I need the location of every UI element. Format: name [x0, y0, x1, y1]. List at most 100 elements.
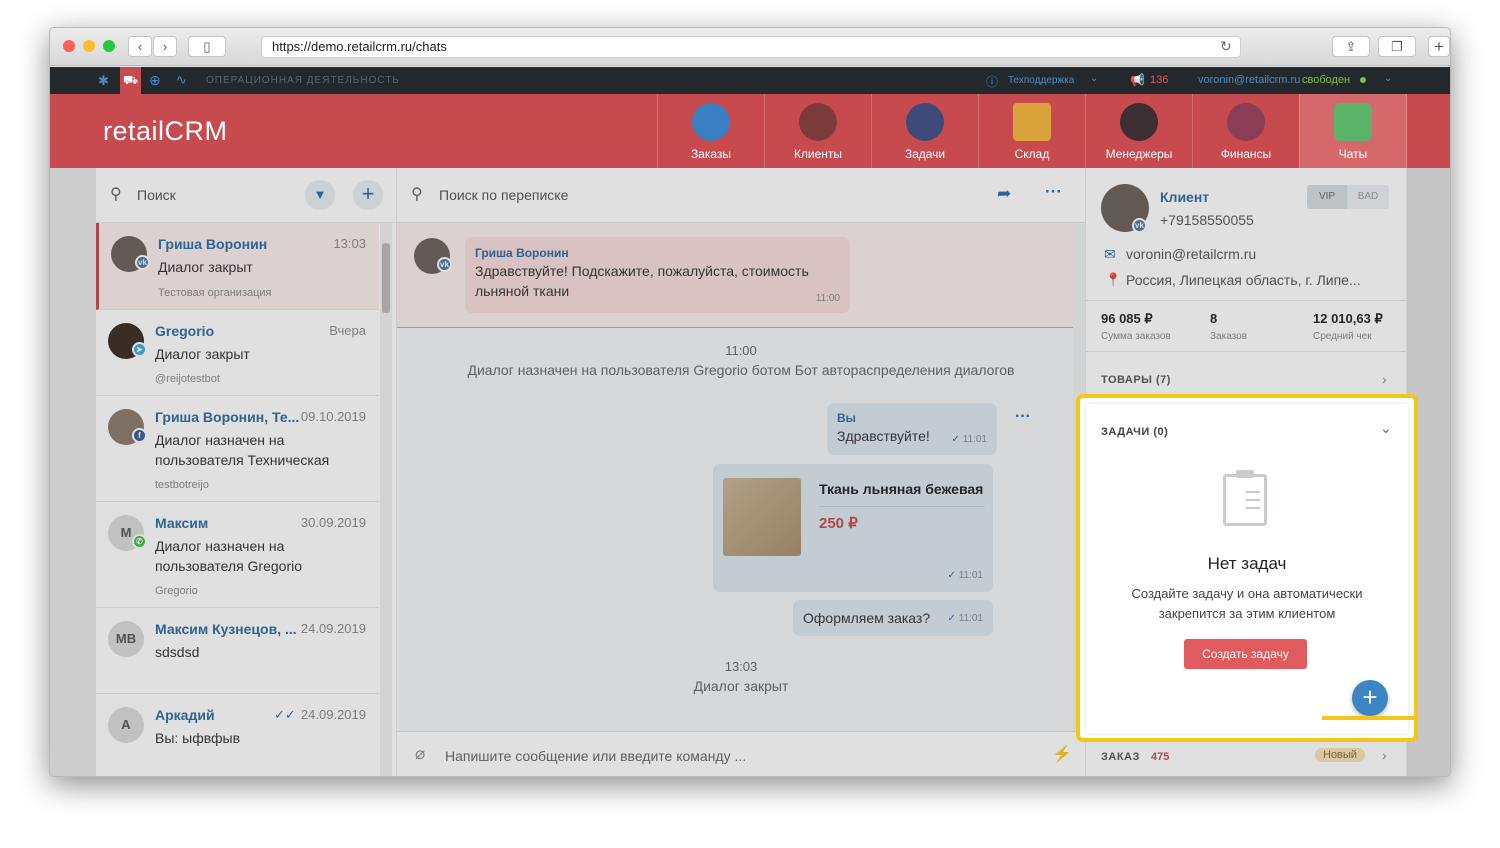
- whatsapp-icon: ✆: [132, 534, 147, 549]
- system-message: Диалог закрыт: [693, 678, 789, 694]
- reload-icon[interactable]: ↻: [1220, 38, 1232, 55]
- check-icon: ✓: [947, 613, 956, 624]
- message-input[interactable]: Напишите сообщение или введите команду .…: [445, 748, 746, 764]
- user-email[interactable]: voronin@retailcrm.ru: [1198, 74, 1300, 86]
- vk-icon: vk: [437, 257, 452, 272]
- forward-button[interactable]: ›: [153, 36, 177, 57]
- forward-icon[interactable]: ➦: [997, 184, 1011, 204]
- logo[interactable]: retailCRM: [103, 116, 228, 147]
- tag-bad[interactable]: BAD: [1347, 185, 1389, 209]
- tasks-card: ЗАДАЧИ (0) ⌄ Нет задач Создайте задачу и…: [1086, 404, 1408, 734]
- sidebar-toggle-icon[interactable]: ▯: [188, 36, 226, 57]
- more-icon[interactable]: ···: [1045, 182, 1062, 202]
- notification-count[interactable]: 136: [1150, 74, 1168, 86]
- conversation-search-input[interactable]: Поиск по переписке: [439, 187, 568, 203]
- chat-item[interactable]: A Аркадий ✓✓ 24.09.2019 Вы: ыфвфыв: [96, 694, 379, 776]
- chat-item[interactable]: M ✆ Максим 30.09.2019 Диалог назначен на…: [96, 502, 379, 608]
- chat-search-input[interactable]: Поиск: [137, 187, 176, 203]
- scrollbar-thumb[interactable]: [382, 243, 390, 313]
- manager-icon: [1120, 103, 1158, 141]
- chevron-down-icon[interactable]: ⌄: [1380, 420, 1392, 437]
- nav-clients[interactable]: Клиенты: [764, 94, 871, 168]
- back-button[interactable]: ‹: [128, 36, 152, 57]
- close-window-button[interactable]: [63, 40, 75, 52]
- share-icon[interactable]: ⇪: [1332, 36, 1370, 57]
- support-link[interactable]: Техподдержка: [1008, 75, 1074, 86]
- tag-vip[interactable]: VIP: [1307, 185, 1347, 209]
- chat-list-panel: ⚲ Поиск ▼ + vk Гриша Воронин 13:03 Диало…: [96, 168, 396, 776]
- attach-icon[interactable]: ⌀: [415, 744, 425, 764]
- incoming-message-row: vk Гриша Воронин Здравствуйте! Подскажит…: [397, 224, 1085, 328]
- address-bar[interactable]: https://demo.retailcrm.ru/chats: [261, 36, 1241, 58]
- highlight-underline: [1322, 716, 1414, 720]
- nav-warehouse[interactable]: Склад: [978, 94, 1085, 168]
- filter-icon[interactable]: ▼: [305, 180, 335, 210]
- create-task-button[interactable]: Создать задачу: [1184, 639, 1307, 669]
- chart-icon[interactable]: ∿: [176, 72, 187, 88]
- tasks-title: ЗАДАЧИ (0): [1101, 426, 1169, 438]
- section-label: ОПЕРАЦИОННАЯ ДЕЯТЕЛЬНОСТЬ: [206, 75, 400, 86]
- client-email[interactable]: voronin@retailcrm.ru: [1126, 246, 1256, 262]
- nav-orders[interactable]: Заказы: [657, 94, 764, 168]
- stat-label: Сумма заказов: [1101, 331, 1171, 342]
- system-time: 11:00: [725, 343, 757, 358]
- chevron-down-icon[interactable]: ⌄: [1090, 73, 1098, 84]
- chat-icon: [1334, 103, 1372, 141]
- help-icon[interactable]: ⓘ: [986, 73, 998, 90]
- order-section[interactable]: ЗАКАЗ 475 Новый ›: [1086, 738, 1406, 776]
- cart-icon[interactable]: ⛟: [120, 67, 141, 94]
- location-icon: 📍: [1105, 272, 1122, 287]
- outgoing-message[interactable]: Вы Здравствуйте! ✓ 11:01: [827, 403, 997, 455]
- add-task-button[interactable]: +: [1352, 680, 1388, 716]
- goods-section[interactable]: ТОВАРЫ (7) ›: [1086, 366, 1406, 394]
- nav-chats[interactable]: Чаты: [1299, 94, 1407, 168]
- chat-item[interactable]: f Гриша Воронин, Те... 09.10.2019 Диалог…: [96, 396, 379, 502]
- client-label[interactable]: Клиент: [1160, 189, 1209, 205]
- zoom-window-button[interactable]: [103, 40, 115, 52]
- browser-window: ‹ › ▯ https://demo.retailcrm.ru/chats ↻ …: [49, 27, 1451, 777]
- outgoing-message[interactable]: Оформляем заказ? ✓ 11:01: [793, 600, 993, 636]
- vk-icon: vk: [135, 255, 150, 270]
- gear-icon[interactable]: ✱: [98, 73, 109, 89]
- lightning-icon[interactable]: ⚡: [1052, 744, 1072, 764]
- read-check-icon: ✓✓: [274, 707, 296, 722]
- conversation-search: ⚲ Поиск по переписке ➦ ···: [397, 168, 1085, 223]
- system-message: Диалог назначен на пользователя Gregorio…: [467, 362, 1015, 378]
- chevron-down-icon[interactable]: ⌄: [1384, 73, 1392, 84]
- client-phone[interactable]: +79158550055: [1160, 212, 1254, 228]
- message-more-icon[interactable]: ···: [1015, 408, 1031, 426]
- system-time: 13:03: [724, 659, 758, 674]
- crosshair-icon[interactable]: ⊕: [149, 72, 161, 89]
- user-status[interactable]: свободен: [1302, 74, 1350, 86]
- nav-tasks[interactable]: Задачи: [871, 94, 978, 168]
- chat-list-scrollbar[interactable]: [380, 223, 392, 776]
- chat-item[interactable]: MB Максим Кузнецов, ... 24.09.2019 sdsds…: [96, 608, 379, 694]
- nav-finance[interactable]: Финансы: [1192, 94, 1299, 168]
- telegram-icon: ➤: [132, 342, 147, 357]
- status-dot: [1360, 77, 1366, 83]
- client-stats: 96 085 ₽ Сумма заказов 8 Заказов 12 010,…: [1086, 300, 1406, 352]
- new-tab-button[interactable]: +: [1428, 36, 1450, 57]
- megaphone-icon[interactable]: 📢: [1130, 73, 1145, 87]
- add-chat-button[interactable]: +: [353, 180, 383, 210]
- nav-managers[interactable]: Менеджеры: [1085, 94, 1192, 168]
- cart-icon: [692, 103, 730, 141]
- product-price: 250 ₽: [819, 515, 858, 532]
- empty-title: Нет задач: [1207, 554, 1287, 573]
- tabs-icon[interactable]: ❐: [1378, 36, 1416, 57]
- incoming-message[interactable]: Гриша Воронин Здравствуйте! Подскажите, …: [465, 237, 850, 313]
- chat-item[interactable]: ➤ Gregorio Вчера Диалог закрыт @reijotes…: [96, 310, 379, 396]
- chat-item[interactable]: vk Гриша Воронин 13:03 Диалог закрыт Тес…: [96, 223, 379, 310]
- tasks-panel: ЗАДАЧИ (0) ⌄ Нет задач Создайте задачу и…: [1076, 394, 1418, 742]
- product-name: Ткань льняная бежевая: [819, 481, 984, 497]
- chat-search: ⚲ Поиск ▼ +: [96, 168, 396, 223]
- minimize-window-button[interactable]: [83, 40, 95, 52]
- stat-label: Средний чек: [1313, 331, 1372, 342]
- app-header: retailCRM Заказы Клиенты Задачи Склад Ме…: [50, 94, 1450, 168]
- conversation-panel: ⚲ Поиск по переписке ➦ ··· vk Гриша Воро…: [397, 168, 1085, 776]
- chevron-right-icon: ›: [1382, 371, 1387, 387]
- product-card[interactable]: Ткань льняная бежевая 250 ₽ ✓ 11:01: [713, 464, 993, 592]
- facebook-icon: f: [132, 428, 147, 443]
- stat-value: 96 085 ₽: [1101, 311, 1153, 326]
- status-badge: Новый: [1315, 748, 1365, 762]
